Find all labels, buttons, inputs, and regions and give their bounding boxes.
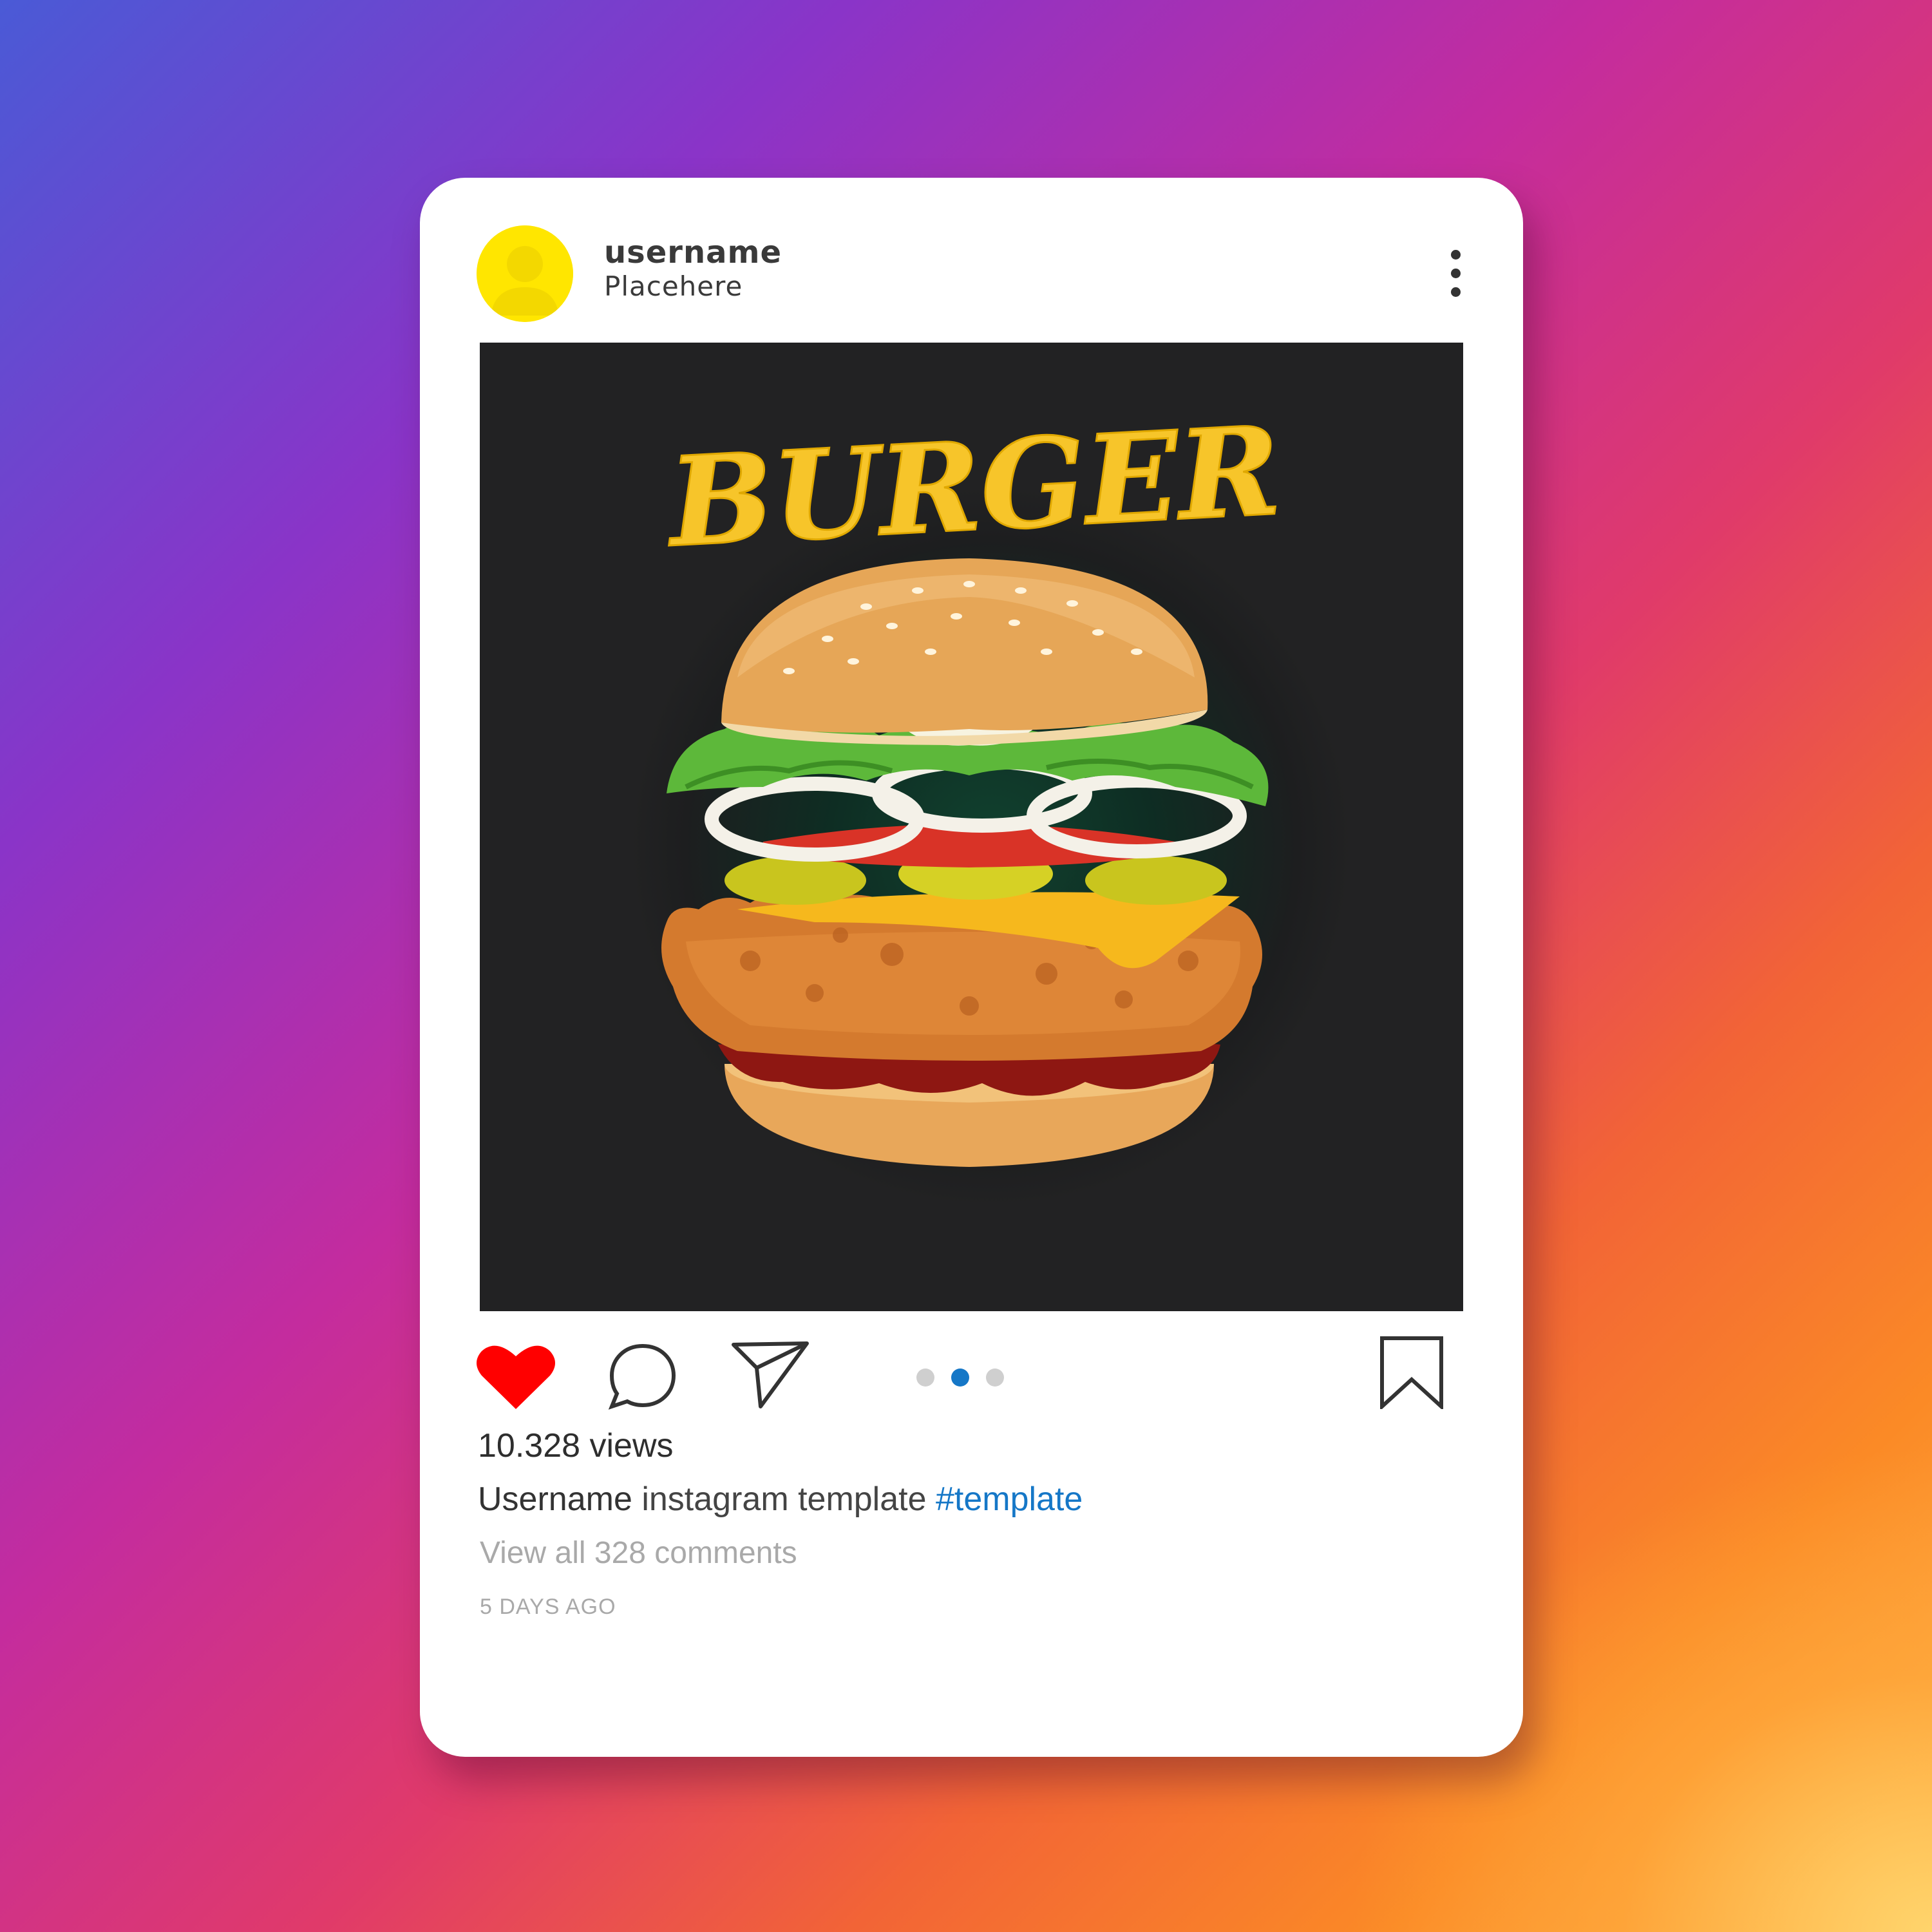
view-comments-link[interactable]: View all 328 comments — [480, 1535, 797, 1571]
post-location[interactable]: Placehere — [604, 270, 743, 302]
caption-hashtag[interactable]: #template — [936, 1481, 1083, 1518]
caption-username[interactable]: Username — [478, 1481, 632, 1518]
avatar-user-icon — [477, 225, 573, 322]
post-timestamp: 5 DAYS AGO — [480, 1595, 616, 1619]
post-image[interactable]: BURGER — [480, 343, 1463, 1311]
more-options-icon[interactable] — [1443, 245, 1468, 303]
share-icon[interactable] — [730, 1338, 811, 1410]
burger-illustration: BURGER — [661, 398, 1285, 1167]
view-count: 10.328 views — [478, 1427, 674, 1464]
comment-icon[interactable] — [607, 1342, 679, 1412]
avatar[interactable] — [477, 225, 573, 322]
post-caption: Username instagram template #template — [478, 1480, 1083, 1519]
heart-icon[interactable] — [475, 1342, 556, 1410]
carousel-dot-active[interactable] — [951, 1368, 969, 1387]
carousel-indicator — [916, 1368, 1007, 1388]
carousel-dot[interactable] — [986, 1368, 1004, 1387]
burger-title: BURGER — [663, 399, 1284, 574]
post-username[interactable]: username — [604, 234, 782, 270]
bookmark-icon[interactable] — [1378, 1336, 1445, 1409]
caption-text: instagram template — [632, 1481, 936, 1518]
carousel-dot[interactable] — [916, 1368, 934, 1387]
